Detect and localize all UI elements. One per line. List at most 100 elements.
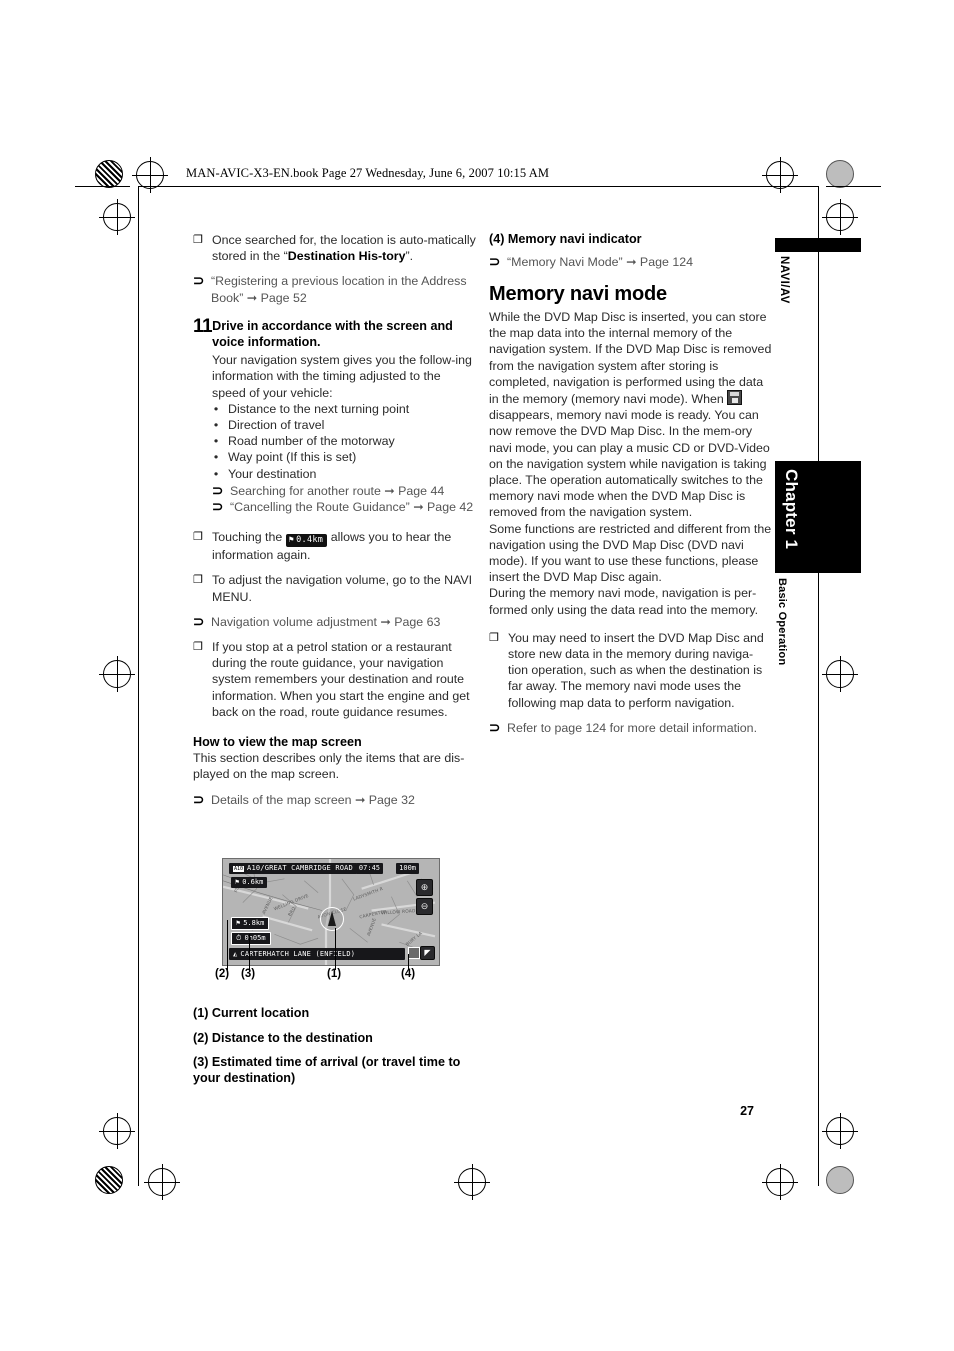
xref-text: “Memory Navi Mode” ➞ Page 124 xyxy=(507,254,693,269)
note-glyph-icon: ❐ xyxy=(193,234,203,246)
list-item: • Direction of travel xyxy=(212,417,477,433)
callout-3: (3) xyxy=(241,968,256,980)
memory-navi-indicator-icon xyxy=(408,947,420,959)
xref-glyph-icon: ⊃ xyxy=(489,253,501,269)
note-glyph-icon: ❐ xyxy=(193,531,203,544)
registration-mark-left-upper xyxy=(99,199,135,235)
zoom-in-icon[interactable]: ⊕ xyxy=(416,879,433,896)
note-petrol-station: ❐ If you stop at a petrol station or a r… xyxy=(193,639,477,720)
note-touch-distance-button: ❐ Touching the ⚑ 0.4km allows you to hear… xyxy=(193,529,477,563)
list-item-label: Distance to the next turning point xyxy=(228,401,410,416)
next-turn-distance-text: 0.6km xyxy=(242,878,264,886)
margin-tab-bar xyxy=(775,238,861,252)
memory-navi-body-part4: During the memory navi mode, navigation … xyxy=(489,586,759,617)
xref-text: Searching for another route ➞ Page 44 xyxy=(230,483,445,498)
distance-chip-graphic: ⚑ 0.4km xyxy=(285,534,328,548)
xref-search-another-route[interactable]: ⊃ Searching for another route ➞ Page 44 xyxy=(212,483,477,499)
dot-glyph-icon: • xyxy=(213,466,219,481)
current-road-bar: ◭ CARTERHATCH LANE (ENFIELD) xyxy=(229,948,405,960)
xref-glyph-icon: ⊃ xyxy=(489,719,501,735)
dot-glyph-icon: • xyxy=(213,418,219,433)
xref-map-screen-details[interactable]: ⊃ Details of the map screen ➞ Page 32 xyxy=(193,792,477,808)
note-touch-pre: Touching the xyxy=(212,530,283,545)
memory-navi-body-part3: Some functions are restricted and differ… xyxy=(489,521,772,585)
legend-item-2: (2) Distance to the destination xyxy=(193,1030,373,1045)
margin-tab-chapter: Chapter 1 xyxy=(775,461,861,573)
list-item: • Distance to the next turning point xyxy=(212,401,477,417)
list-item-label: Way point (If this is set) xyxy=(228,450,357,465)
note-insert-dvd-map-disc: ❐ You may need to insert the DVD Map Dis… xyxy=(489,630,773,711)
registration-mark-bottom-right-inner xyxy=(762,1164,798,1200)
xref-navigation-volume[interactable]: ⊃ Navigation volume adjustment ➞ Page 63 xyxy=(193,614,477,630)
figure-legend: (1) Current location (2) Distance to the… xyxy=(193,1006,477,1095)
map-screenshot: LADYSMITH R CARPENTER WILLOW ROAD AVON C… xyxy=(222,858,440,966)
list-item-label: Road number of the motorway xyxy=(228,434,395,449)
note-text: If you stop at a petrol station or a res… xyxy=(212,640,470,719)
flag-icon: ⚑ xyxy=(235,878,240,886)
step-number: 11 xyxy=(193,315,213,337)
xref-cancelling-route-guidance[interactable]: ⊃ “Cancelling the Route Guidance” ➞ Page… xyxy=(212,499,477,515)
registration-mark-right-mid xyxy=(822,656,858,692)
list-item: • Way point (If this is set) xyxy=(212,449,477,465)
registration-mark-left-lower xyxy=(99,1113,135,1149)
registration-mark-bottom-left xyxy=(95,1166,123,1194)
map-intro-text: This section describes only the items th… xyxy=(193,751,465,782)
zoom-out-icon[interactable]: ⊖ xyxy=(416,898,433,915)
callout-1: (1) xyxy=(327,968,342,980)
callout-4: (4) xyxy=(401,968,416,980)
dot-glyph-icon: • xyxy=(213,401,219,416)
note-text-bold: Destination His-tory xyxy=(287,249,406,264)
memory-navi-body-part2-text: disappears, memory navi mode is ready. Y… xyxy=(489,408,770,520)
crop-mark-top-horizontal-right xyxy=(826,186,881,187)
legend-item-1: (1) Current location xyxy=(193,1006,310,1020)
xref-glyph-icon: ⊃ xyxy=(193,273,205,289)
registration-mark-header-left xyxy=(132,157,168,193)
direction-arrow-icon: ◭ xyxy=(233,950,238,958)
current-road-text: CARTERHATCH LANE (ENFIELD) xyxy=(240,950,356,958)
travel-time-value: 0h05m xyxy=(244,934,266,942)
xref-text: Details of the map screen ➞ Page 32 xyxy=(211,792,415,807)
note-text: Touching the ⚑ 0.4km allows you to hear t… xyxy=(212,529,477,563)
crop-mark-left-vertical xyxy=(138,186,139,1186)
compass-icon[interactable]: ◤ xyxy=(420,946,435,960)
step-body-text: Your navigation system gives you the fol… xyxy=(212,353,472,400)
xref-memory-navi-mode[interactable]: ⊃ “Memory Navi Mode” ➞ Page 124 xyxy=(489,254,773,270)
distance-chip-text: 0.4km xyxy=(296,535,324,546)
registration-mark-right-lower xyxy=(822,1113,858,1149)
xref-address-book[interactable]: ⊃ “Registering a previous location in th… xyxy=(193,273,477,305)
margin-tab-naviav: NAVI/AV xyxy=(778,256,790,304)
xref-refer-page-124[interactable]: ⊃ Refer to page 124 for more detail info… xyxy=(489,720,773,736)
map-clock: 07:45 xyxy=(355,863,383,874)
xref-text: Refer to page 124 for more detail inform… xyxy=(507,720,758,735)
registration-mark-top-left xyxy=(95,160,123,188)
crop-mark-right-vertical xyxy=(818,186,819,1186)
book-file-header: MAN-AVIC-X3-EN.book Page 27 Wednesday, J… xyxy=(186,166,550,180)
map-scale-label: 100m xyxy=(396,863,419,874)
leader-line-2 xyxy=(227,920,228,970)
flag-icon: ⚑ xyxy=(288,535,295,546)
xref-text: “Cancelling the Route Guidance” ➞ Page 4… xyxy=(230,500,474,515)
travel-time-box: ⏱ 0h05m xyxy=(231,932,271,945)
header-rule xyxy=(138,186,818,187)
registration-mark-right-upper xyxy=(822,199,858,235)
note-navigation-volume: ❐ To adjust the navigation volume, go to… xyxy=(193,572,477,604)
xref-glyph-icon: ⊃ xyxy=(193,791,205,807)
next-turn-distance-button[interactable]: ⚑ 0.6km xyxy=(231,877,268,888)
heading-memory-navi-indicator: (4) Memory navi indicator xyxy=(489,232,642,246)
margin-tab-chapter-subtitle: Basic Operation xyxy=(776,578,788,666)
map-topbar-road-name: A10 A10/GREAT CAMBRIDGE ROAD xyxy=(229,863,357,874)
list-item: • Road number of the motorway xyxy=(212,433,477,449)
clock-icon: ⏱ xyxy=(236,934,242,942)
xref-glyph-icon: ⊃ xyxy=(212,499,224,515)
xref-text: Navigation volume adjustment ➞ Page 63 xyxy=(211,614,441,629)
registration-mark-top-right xyxy=(826,160,854,188)
legend-item-3: (3) Estimated time of arrival (or travel… xyxy=(193,1055,461,1085)
list-item-label: Direction of travel xyxy=(228,418,325,433)
subheading-how-to-view-map: How to view the map screen xyxy=(193,735,362,750)
step-label: Drive in accordance with the screen and … xyxy=(212,318,453,350)
list-item: • Your destination xyxy=(212,466,477,482)
registration-mark-header-right xyxy=(762,157,798,193)
note-destination-history: ❐ Once searched for, the location is aut… xyxy=(193,232,477,264)
note-glyph-icon: ❐ xyxy=(193,574,203,587)
step-body-block: Your navigation system gives you the fol… xyxy=(212,352,477,515)
